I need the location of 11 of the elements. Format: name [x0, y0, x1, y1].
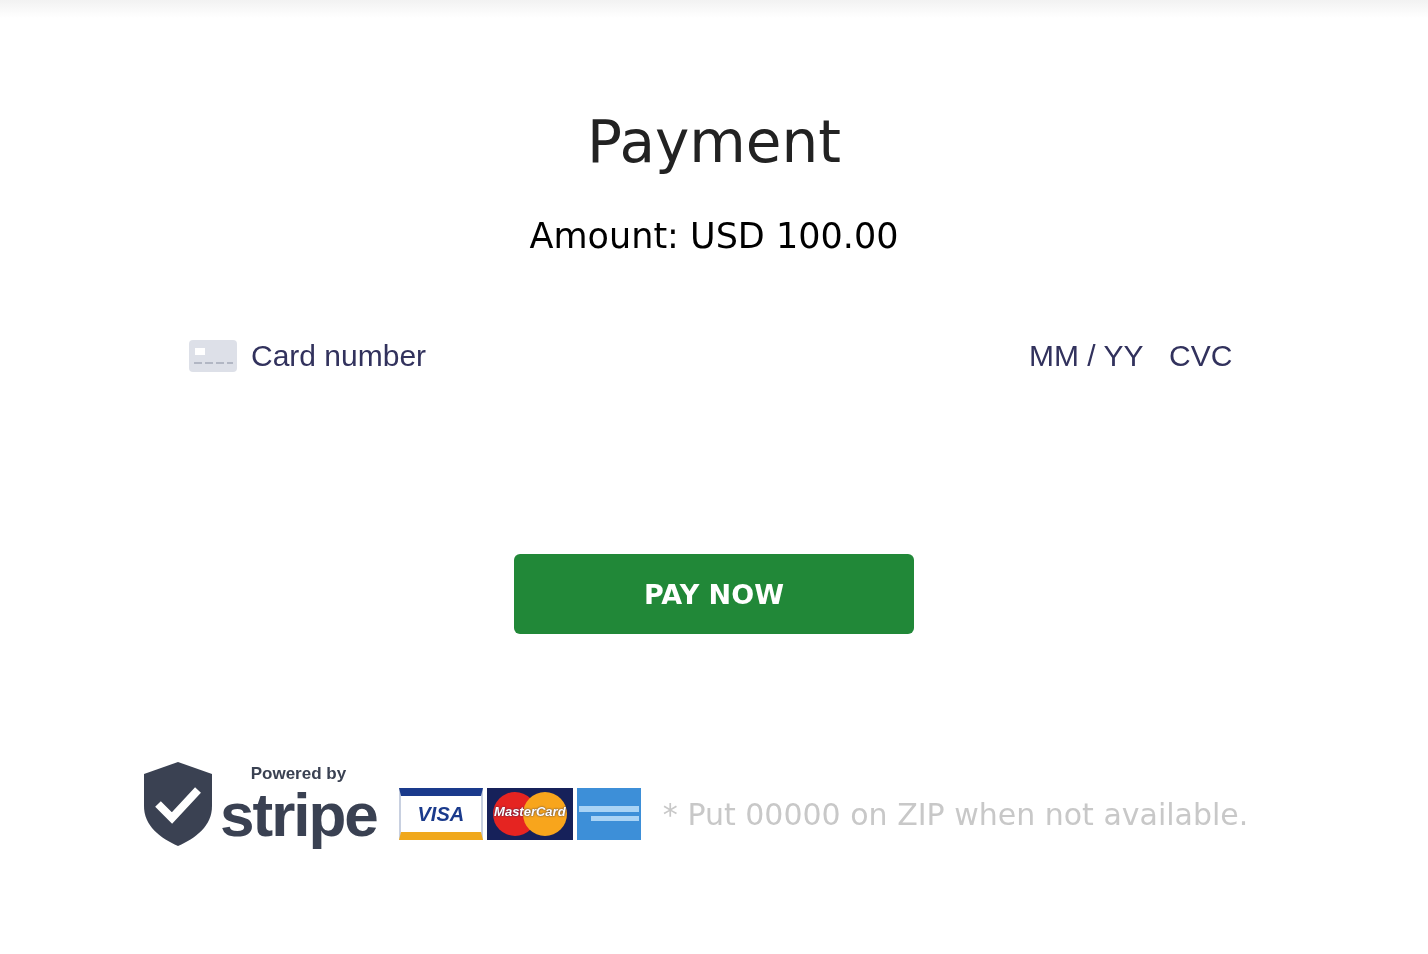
page-title: Payment [587, 107, 841, 178]
pay-now-button[interactable]: PAY NOW [514, 554, 914, 634]
card-number-field[interactable]: Card number [251, 336, 1015, 376]
cvc-field[interactable]: CVC [1169, 336, 1239, 376]
amount-text: Amount: USD 100.00 [529, 215, 899, 258]
shield-check-icon [144, 762, 212, 846]
visa-logo: VISA [398, 788, 483, 840]
amex-logo [576, 788, 641, 840]
powered-by-text: Powered by [250, 764, 347, 784]
credit-card-icon [189, 340, 237, 372]
expiry-field[interactable]: MM / YY [1029, 336, 1155, 376]
